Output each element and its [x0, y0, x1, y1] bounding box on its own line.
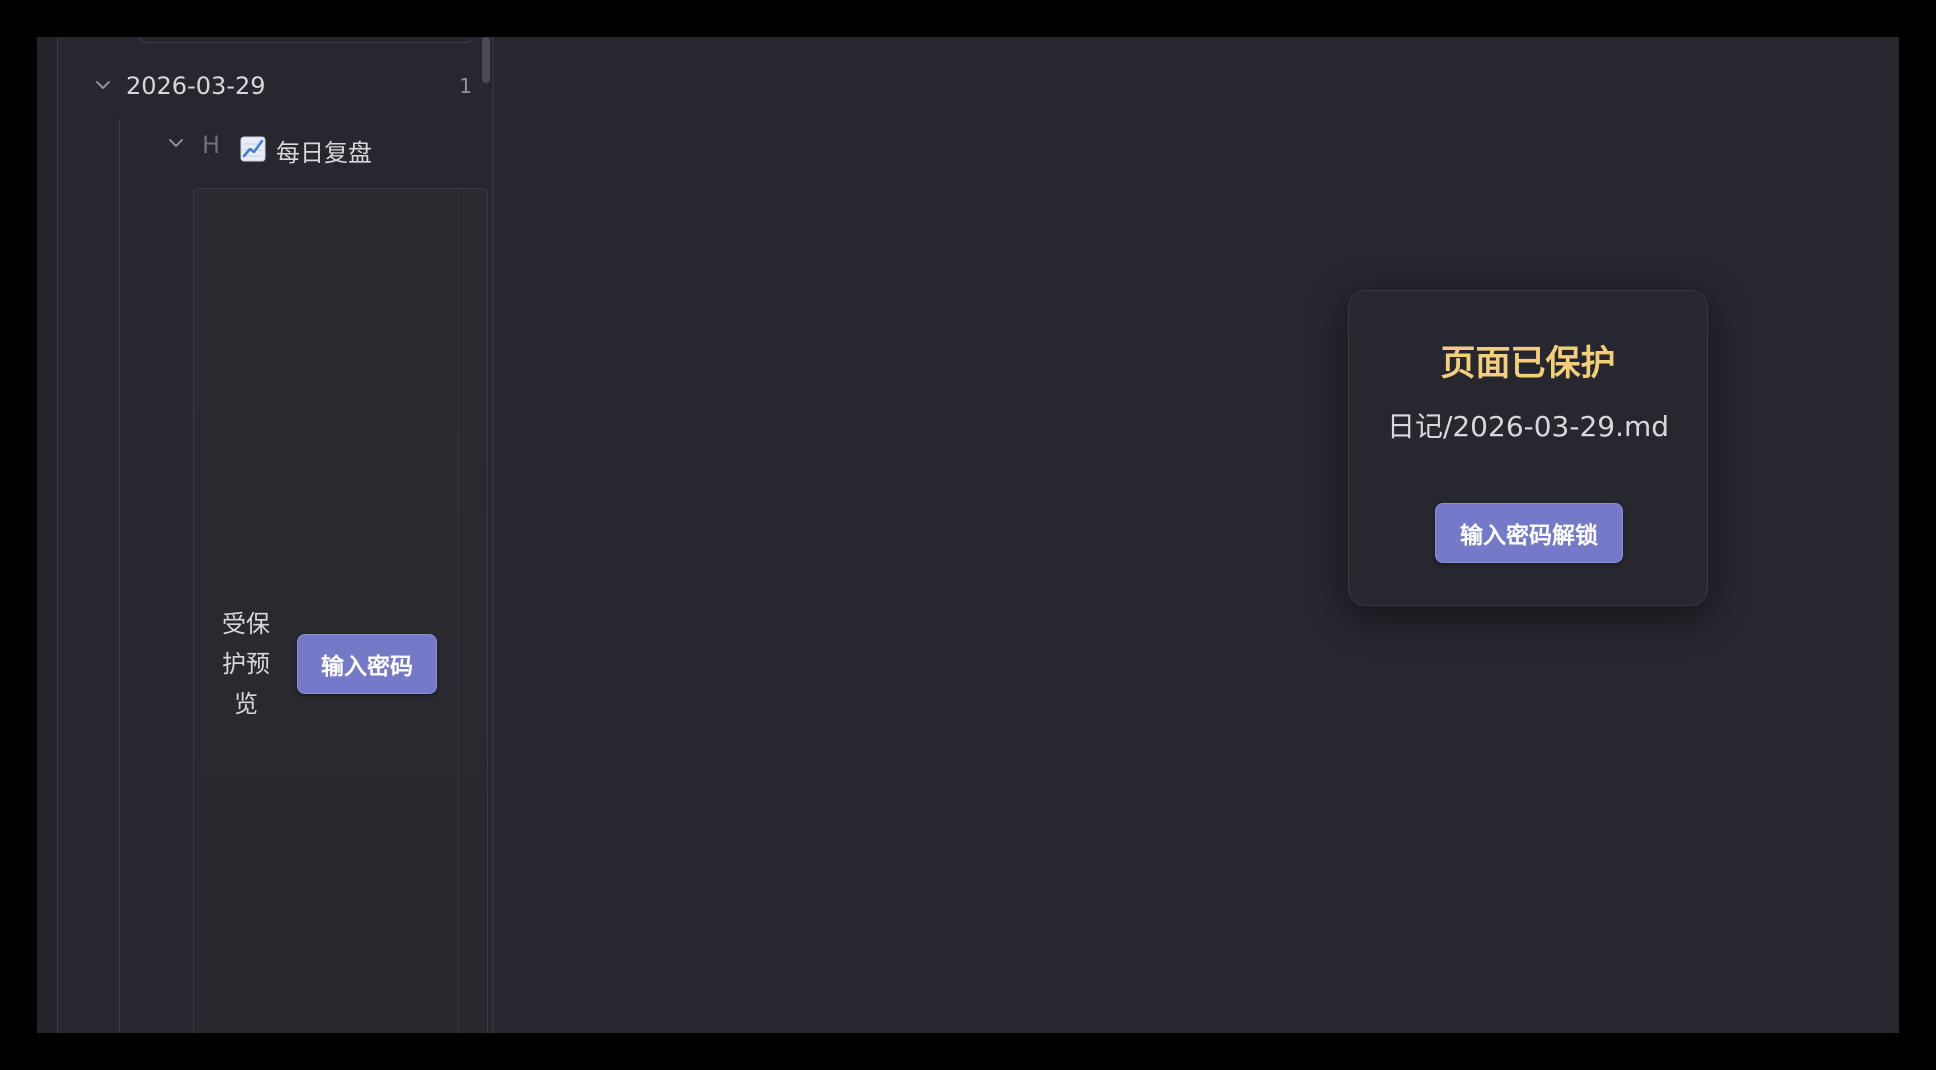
chevron-down-icon[interactable] — [91, 73, 115, 97]
ribbon-strip — [37, 37, 58, 1033]
protected-preview-card: 受保护预览 输入密码 — [193, 188, 488, 1033]
chart-increasing-icon — [240, 136, 266, 162]
sidebar-panel: 2026-03-29 1 H 每日复盘 受保护预览 输入密码 — [58, 37, 494, 1033]
indent-guide — [119, 119, 120, 1033]
date-group-row[interactable]: 2026-03-29 1 — [58, 65, 478, 103]
preview-divider — [458, 189, 459, 1033]
heading-marker: H — [202, 131, 221, 159]
page-protected-dialog: 页面已保护 日记/2026-03-29.md 输入密码解锁 — [1348, 290, 1708, 606]
heading-label: 每日复盘 — [276, 139, 372, 167]
app-window: 2026-03-29 1 H 每日复盘 受保护预览 输入密码 页面已保护 日记/… — [37, 37, 1899, 1033]
unlock-with-password-button[interactable]: 输入密码解锁 — [1435, 503, 1623, 563]
date-group-label: 2026-03-29 — [126, 72, 266, 100]
chevron-down-icon[interactable] — [164, 131, 188, 155]
file-path: 日记/2026-03-29.md — [1386, 410, 1670, 443]
previous-card-edge — [139, 37, 473, 43]
heading-row[interactable]: H 每日复盘 — [120, 127, 480, 167]
sidebar-scrollbar[interactable] — [482, 37, 490, 83]
date-group-count: 1 — [459, 74, 472, 98]
enter-password-button[interactable]: 输入密码 — [297, 634, 437, 694]
dialog-title: 页面已保护 — [1440, 344, 1616, 384]
protected-preview-text: 受保护预览 — [222, 610, 270, 718]
